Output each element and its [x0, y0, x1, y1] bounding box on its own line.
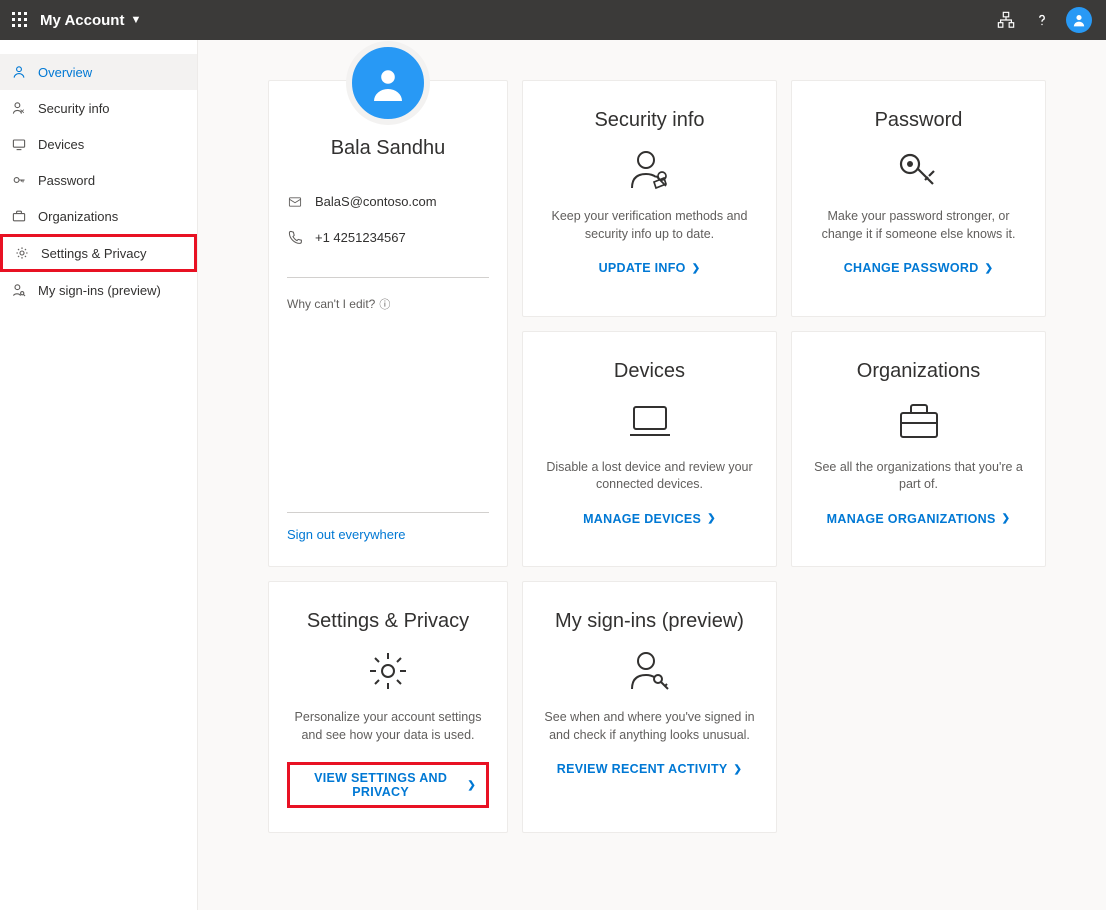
mail-icon [287, 195, 305, 209]
review-activity-link[interactable]: REVIEW RECENT ACTIVITY ❯ [557, 762, 742, 776]
sidebar-item-label: Overview [38, 65, 92, 80]
sidebar-item-label: Devices [38, 137, 84, 152]
security-icon [10, 99, 28, 117]
devices-card: Devices Disable a lost device and review… [522, 331, 777, 568]
sidebar-item-password[interactable]: Password [0, 162, 197, 198]
profile-card: Bala Sandhu BalaS@contoso.com +1 4251234… [268, 80, 508, 567]
card-title: My sign-ins (preview) [555, 610, 744, 633]
profile-email-row: BalaS@contoso.com [287, 194, 437, 209]
chevron-right-icon: ❯ [467, 780, 476, 791]
phone-icon [287, 229, 305, 245]
user-avatar[interactable] [1066, 7, 1092, 33]
sidebar-item-label: Organizations [38, 209, 118, 224]
briefcase-icon [10, 207, 28, 225]
devices-icon [10, 135, 28, 153]
org-icon[interactable] [988, 0, 1024, 40]
sidebar-item-devices[interactable]: Devices [0, 126, 197, 162]
info-icon: ⓘ [379, 296, 390, 312]
password-card: Password Make your password stronger, or… [791, 80, 1046, 317]
card-title: Security info [594, 109, 704, 132]
gear-icon [13, 244, 31, 262]
signout-everywhere-link[interactable]: Sign out everywhere [287, 512, 489, 542]
settings-privacy-card: Settings & Privacy Personalize your acco… [268, 581, 508, 833]
person-key-icon [626, 647, 674, 695]
sidebar-item-label: My sign-ins (preview) [38, 283, 161, 298]
sidebar: Overview Security info Devices Password … [0, 40, 198, 910]
chevron-right-icon: ❯ [1002, 513, 1011, 524]
card-desc: See all the organizations that you're a … [810, 459, 1027, 494]
divider [287, 277, 489, 278]
edit-hint[interactable]: Why can't I edit? ⓘ [287, 296, 390, 312]
card-desc: Personalize your account settings and se… [287, 709, 489, 744]
card-desc: Keep your verification methods and secur… [541, 208, 758, 243]
update-info-link[interactable]: UPDATE INFO ❯ [599, 261, 701, 275]
card-title: Devices [614, 360, 685, 383]
card-title: Settings & Privacy [307, 610, 469, 633]
sidebar-item-label: Settings & Privacy [41, 246, 147, 261]
laptop-icon [626, 397, 674, 445]
chevron-down-icon: ▼ [130, 14, 141, 26]
profile-name: Bala Sandhu [287, 137, 489, 160]
key-icon [10, 171, 28, 189]
signins-icon [10, 281, 28, 299]
security-info-icon [626, 146, 674, 194]
organizations-card: Organizations See all the organizations … [791, 331, 1046, 568]
chevron-right-icon: ❯ [985, 263, 994, 274]
sidebar-item-security[interactable]: Security info [0, 90, 197, 126]
signins-card: My sign-ins (preview) See when and where… [522, 581, 777, 833]
card-desc: Make your password stronger, or change i… [810, 208, 1027, 243]
sidebar-item-label: Security info [38, 101, 110, 116]
sidebar-item-settings-privacy[interactable]: Settings & Privacy [0, 234, 197, 272]
sidebar-item-signins[interactable]: My sign-ins (preview) [0, 272, 197, 308]
gear-large-icon [364, 647, 412, 695]
topbar: My Account ▼ [0, 0, 1106, 40]
change-password-link[interactable]: CHANGE PASSWORD ❯ [844, 261, 994, 275]
profile-email: BalaS@contoso.com [315, 194, 437, 209]
chevron-right-icon: ❯ [734, 764, 743, 775]
card-title: Organizations [857, 360, 980, 383]
card-title: Password [875, 109, 963, 132]
sidebar-item-overview[interactable]: Overview [0, 54, 197, 90]
profile-avatar [346, 41, 430, 125]
profile-phone: +1 4251234567 [315, 230, 406, 245]
manage-devices-link[interactable]: MANAGE DEVICES ❯ [583, 512, 716, 526]
chevron-right-icon: ❯ [692, 263, 701, 274]
chevron-right-icon: ❯ [707, 513, 716, 524]
security-info-card: Security info Keep your verification met… [522, 80, 777, 317]
card-desc: Disable a lost device and review your co… [541, 459, 758, 494]
view-settings-privacy-link[interactable]: VIEW SETTINGS AND PRIVACY ❯ [287, 762, 489, 808]
manage-organizations-link[interactable]: MANAGE ORGANIZATIONS ❯ [827, 512, 1011, 526]
briefcase-large-icon [895, 397, 943, 445]
profile-phone-row: +1 4251234567 [287, 229, 406, 245]
person-icon [10, 63, 28, 81]
app-title-dropdown[interactable]: My Account ▼ [40, 12, 141, 29]
content-area: Bala Sandhu BalaS@contoso.com +1 4251234… [198, 40, 1106, 910]
sidebar-item-label: Password [38, 173, 95, 188]
sidebar-item-organizations[interactable]: Organizations [0, 198, 197, 234]
app-launcher-icon[interactable] [8, 8, 32, 32]
password-key-icon [895, 146, 943, 194]
app-title-text: My Account [40, 12, 124, 29]
card-desc: See when and where you've signed in and … [541, 709, 758, 744]
help-icon[interactable] [1024, 0, 1060, 40]
